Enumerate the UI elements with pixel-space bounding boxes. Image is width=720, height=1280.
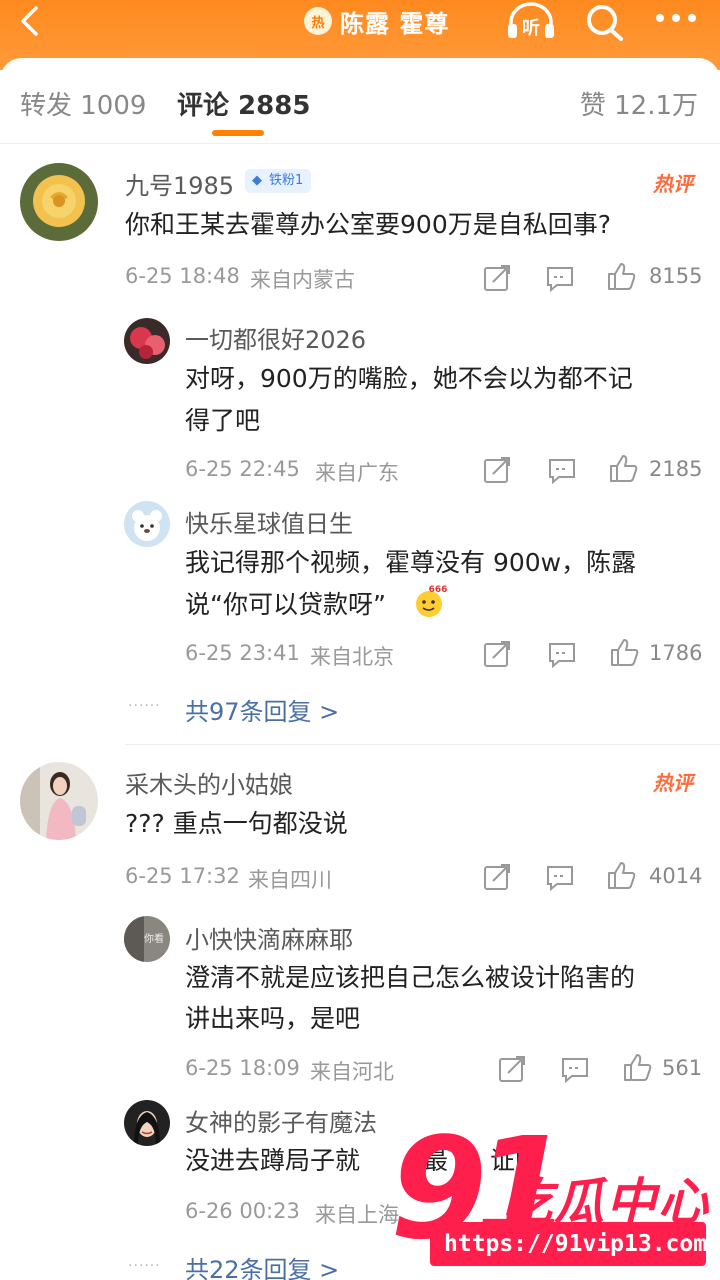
comment-text: ??? 重点一句都没说 — [125, 809, 348, 838]
emoji-666: 666 — [412, 583, 448, 619]
woman-avatar-icon — [124, 1100, 170, 1146]
share-icon[interactable] — [482, 455, 512, 485]
comment-divider — [125, 744, 720, 745]
comment-location: 来自四川 — [248, 868, 332, 892]
reply-location: 来自北京 — [310, 645, 394, 669]
avatar[interactable] — [124, 501, 170, 547]
svg-text:你看: 你看 — [144, 932, 164, 945]
reply-author[interactable]: 快乐星球值日生 — [185, 504, 353, 539]
comment-location: 来自内蒙古 — [250, 268, 355, 292]
share-icon[interactable] — [497, 1054, 527, 1084]
reply-location: 来自河北 — [310, 1060, 394, 1084]
reply-text-line: 讲出来吗，是吧 — [185, 1004, 361, 1033]
reply-location: 来自广东 — [315, 461, 399, 485]
tab-active-indicator — [212, 130, 264, 136]
tab-comment[interactable]: 评论 2885 — [177, 85, 310, 122]
avatar[interactable] — [124, 1100, 170, 1146]
avatar[interactable] — [20, 163, 98, 241]
avatar[interactable] — [124, 318, 170, 364]
comment-author[interactable]: 采木头的小姑娘 — [125, 765, 293, 800]
reply-text-line: 澄清不就是应该把自己怎么被设计陷害的 — [185, 963, 636, 992]
like-icon[interactable] — [609, 637, 639, 667]
girl-avatar-icon — [20, 762, 98, 840]
tab-bar: 转发 1009 评论 2885 赞 12.1万 — [0, 58, 720, 144]
hot-comment-tag: 热评 — [653, 771, 693, 795]
avatar[interactable]: 你看 — [124, 916, 170, 962]
reply-icon[interactable] — [545, 263, 575, 293]
topic-text: 陈露 霍尊 — [340, 9, 450, 38]
reply-icon[interactable] — [560, 1054, 590, 1084]
reply-text-line: 得了吧 — [185, 406, 261, 435]
more-dots-icon[interactable] — [656, 6, 702, 30]
share-icon[interactable] — [482, 862, 512, 892]
like-count: 2185 — [649, 457, 703, 481]
more-replies-link[interactable]: 共97条回复 > — [185, 692, 339, 727]
topic-title[interactable]: 热 陈露 霍尊 — [304, 4, 449, 38]
reply-text-line: 对呀，900万的嘴脸，她不会以为都不记 — [185, 364, 633, 393]
avatar[interactable] — [20, 762, 98, 840]
comment-time: 6-25 18:48 — [125, 264, 240, 288]
roses-avatar-icon — [124, 318, 170, 364]
comment-text: 你和王某去霍尊办公室要900万是自私回事? — [125, 210, 611, 239]
bear-avatar-icon — [124, 501, 170, 547]
watermark-url: https://91vip13.com — [430, 1222, 707, 1266]
svg-text:666: 666 — [429, 585, 448, 595]
headphones-icon: 听 — [508, 2, 554, 39]
reply-icon[interactable] — [545, 862, 575, 892]
like-icon[interactable] — [608, 453, 638, 483]
reply-time: 6-26 00:23 — [185, 1199, 300, 1223]
reply-time: 6-25 23:41 — [185, 641, 300, 665]
hot-badge: 热 — [304, 7, 332, 35]
like-count: 8155 — [649, 264, 703, 288]
like-count: 561 — [662, 1056, 703, 1080]
tab-repost[interactable]: 转发 1009 — [20, 85, 146, 122]
reply-text-line: 我记得那个视频，霍尊没有 900w，陈露 — [185, 548, 637, 577]
search-icon[interactable] — [583, 2, 627, 42]
share-icon[interactable] — [482, 263, 512, 293]
back-arrow-icon[interactable] — [14, 4, 48, 38]
reply-time: 6-25 18:09 — [185, 1056, 300, 1080]
more-replies-link[interactable]: 共22条回复 > — [185, 1250, 339, 1280]
more-replies-dots: ······ — [128, 1258, 161, 1274]
comment-author[interactable]: 九号1985 — [125, 166, 234, 201]
like-icon[interactable] — [622, 1052, 652, 1082]
reply-text-line: 没进去蹲局子就 — [185, 1146, 361, 1175]
share-icon[interactable] — [482, 639, 512, 669]
rose-avatar-icon — [20, 163, 98, 241]
reply-author[interactable]: 一切都很好2026 — [185, 320, 366, 355]
like-count: 4014 — [649, 864, 703, 888]
reply-time: 6-25 22:45 — [185, 457, 300, 481]
hot-comment-tag: 热评 — [653, 172, 693, 196]
like-icon[interactable] — [606, 261, 636, 291]
listen-button[interactable]: 听 — [505, 2, 557, 42]
fan-level-badge: 铁粉1 — [245, 169, 312, 193]
svg-text:听: 听 — [522, 17, 540, 39]
reply-icon[interactable] — [547, 639, 577, 669]
reply-icon[interactable] — [547, 455, 577, 485]
reply-author[interactable]: 小快快滴麻麻耶 — [185, 920, 353, 955]
photo-avatar-icon: 你看 — [124, 916, 170, 962]
reply-text-line: 说“你可以贷款呀” — [185, 590, 386, 619]
like-icon[interactable] — [606, 860, 636, 890]
comment-time: 6-25 17:32 — [125, 864, 240, 888]
reply-location: 来自上海 — [315, 1203, 399, 1227]
watermark-logo: 91 吃瓜中心 https://91vip13.com — [390, 1120, 720, 1280]
like-count: 1786 — [649, 641, 703, 665]
more-replies-dots: ······ — [128, 698, 161, 714]
reply-author[interactable]: 女神的影子有魔法 — [185, 1103, 377, 1138]
tab-like[interactable]: 赞 12.1万 — [580, 85, 698, 122]
